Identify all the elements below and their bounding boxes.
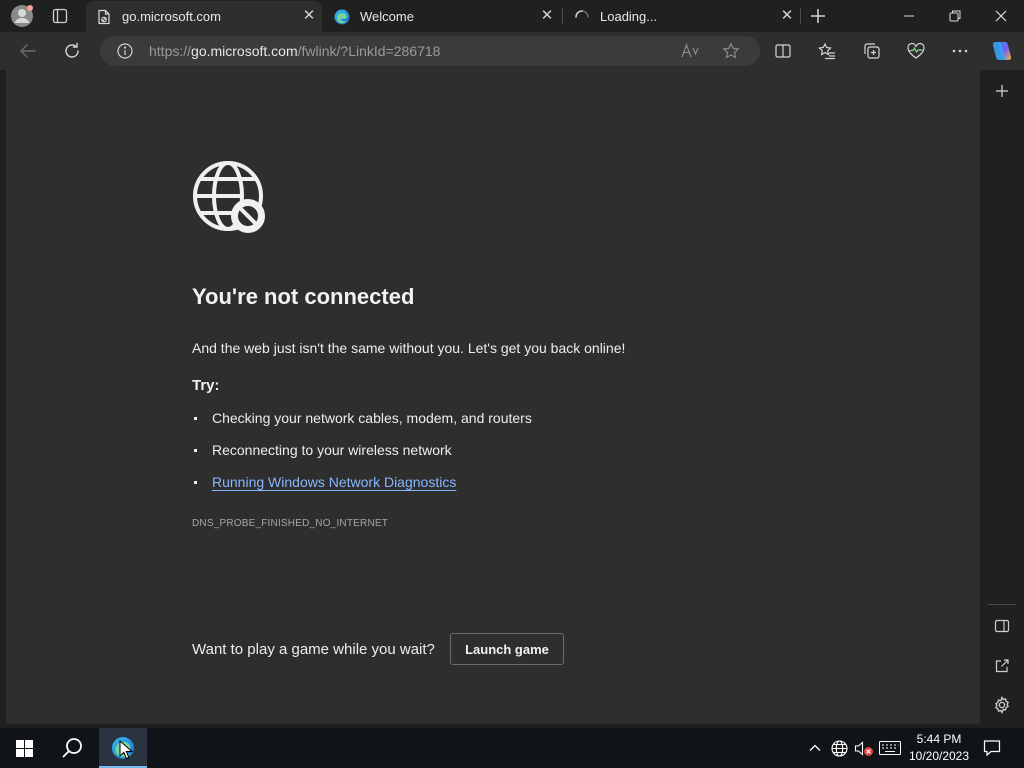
favorites-list-icon (818, 42, 835, 60)
tab-loading[interactable]: Loading... ✕ (564, 1, 800, 32)
try-heading: Try: (192, 377, 220, 394)
new-tab-button[interactable] (804, 3, 832, 29)
speaker-muted-icon (854, 740, 873, 756)
tab-title: Loading... (600, 9, 658, 24)
heartbeat-icon (907, 42, 925, 59)
read-aloud-icon[interactable] (681, 43, 699, 59)
minimize-icon (904, 15, 914, 17)
game-prompt: Want to play a game while you wait? (192, 641, 435, 658)
url-scheme: https:// (149, 43, 192, 59)
tab-title: Welcome (360, 9, 414, 24)
settings-menu-button[interactable] (945, 36, 975, 66)
edge-sidebar (980, 70, 1024, 724)
error-title: You're not connected (192, 284, 415, 309)
hide-sidebar-button[interactable] (987, 611, 1017, 641)
globe-network-icon (830, 739, 848, 757)
refresh-icon (65, 42, 79, 58)
close-tab-icon[interactable]: ✕ (540, 8, 554, 23)
plus-icon (996, 85, 1008, 97)
tab-strip: go.microsoft.com ✕ Welcome ✕ Loading... … (0, 0, 1024, 32)
favorites-button[interactable] (812, 36, 842, 66)
split-screen-icon (775, 44, 791, 58)
browser-toolbar: https://go.microsoft.com/fwlink/?LinkId=… (0, 32, 1024, 70)
page-content: You're not connected And the web just is… (6, 70, 980, 724)
sidebar-settings-button[interactable] (987, 690, 1017, 720)
restore-button[interactable] (932, 0, 978, 32)
tab-welcome[interactable]: Welcome ✕ (324, 1, 560, 32)
windows-logo-icon (15, 739, 33, 757)
profile-button[interactable] (8, 3, 36, 29)
copilot-logo-icon (992, 42, 1012, 60)
split-screen-button[interactable] (768, 36, 798, 66)
collections-icon (864, 43, 880, 59)
url-host: go.microsoft.com (191, 43, 298, 59)
windows-taskbar: 5:44 PM 10/20/2023 (0, 728, 1024, 768)
network-diagnostics-link[interactable]: Running Windows Network Diagnostics (212, 474, 456, 490)
browser-essentials-button[interactable] (901, 36, 931, 66)
touch-keyboard-button[interactable] (877, 728, 903, 768)
search-button[interactable] (48, 728, 96, 768)
error-code: DNS_PROBE_FINISHED_NO_INTERNET (192, 518, 389, 529)
favorite-star-icon[interactable] (722, 42, 740, 60)
tab-actions-button[interactable] (46, 3, 74, 29)
notification-icon (983, 740, 1001, 757)
back-button[interactable] (13, 36, 43, 66)
url-path: /fwlink/?LinkId=286718 (297, 43, 441, 59)
url-text[interactable]: https://go.microsoft.com/fwlink/?LinkId=… (149, 43, 440, 59)
close-tab-icon[interactable]: ✕ (302, 8, 316, 23)
copilot-button[interactable] (987, 36, 1017, 66)
loading-spinner-icon (575, 9, 589, 18)
collections-button[interactable] (857, 36, 887, 66)
clock-date: 10/20/2023 (908, 749, 970, 763)
tab-separator (800, 8, 801, 24)
address-bar[interactable]: https://go.microsoft.com/fwlink/?LinkId=… (100, 36, 760, 66)
close-window-button[interactable] (978, 0, 1024, 32)
plus-icon (811, 9, 825, 23)
mouse-cursor-icon (119, 740, 133, 760)
tab-separator (562, 8, 563, 24)
sidebar-separator (988, 604, 1016, 605)
chevron-up-icon (809, 744, 821, 751)
notification-center-button[interactable] (978, 728, 1006, 768)
refresh-button[interactable] (57, 36, 87, 66)
close-icon (995, 10, 1007, 22)
error-subtitle: And the web just isn't the same without … (192, 340, 626, 356)
show-hidden-icons-button[interactable] (805, 728, 825, 768)
clock-time: 5:44 PM (916, 732, 962, 746)
more-horizontal-icon (952, 49, 968, 53)
open-external-button[interactable] (987, 651, 1017, 681)
volume-button[interactable] (852, 728, 876, 768)
page-error-icon (98, 9, 110, 24)
external-link-icon (995, 659, 1009, 673)
taskbar-clock[interactable]: 5:44 PM 10/20/2023 (904, 731, 974, 765)
profile-avatar-icon (11, 5, 33, 27)
launch-game-button[interactable]: Launch game (450, 633, 564, 665)
suggestion-list: Checking your network cables, modem, and… (192, 410, 532, 506)
browser-window: go.microsoft.com ✕ Welcome ✕ Loading... … (0, 0, 1024, 768)
arrow-left-icon (20, 44, 36, 58)
tab-go-microsoft[interactable]: go.microsoft.com ✕ (86, 1, 322, 32)
keyboard-icon (879, 741, 901, 755)
gear-icon (995, 696, 1009, 714)
sidebar-panel-icon (994, 619, 1010, 633)
network-status-button[interactable] (828, 728, 850, 768)
taskbar-edge-button[interactable] (99, 728, 147, 768)
suggestion-item: Reconnecting to your wireless network (192, 442, 532, 474)
vertical-tabs-icon (52, 8, 68, 24)
start-button[interactable] (0, 728, 48, 768)
tab-title: go.microsoft.com (122, 9, 221, 24)
restore-icon (949, 10, 961, 22)
minimize-button[interactable] (886, 0, 932, 32)
edge-logo-icon (334, 9, 350, 24)
suggestion-item: Checking your network cables, modem, and… (192, 410, 532, 442)
close-tab-icon[interactable]: ✕ (780, 8, 794, 23)
search-icon (62, 738, 82, 758)
info-icon[interactable] (117, 43, 133, 59)
globe-blocked-icon (193, 161, 265, 233)
suggestion-item: Running Windows Network Diagnostics (192, 474, 532, 506)
sidebar-add-button[interactable] (987, 76, 1017, 106)
